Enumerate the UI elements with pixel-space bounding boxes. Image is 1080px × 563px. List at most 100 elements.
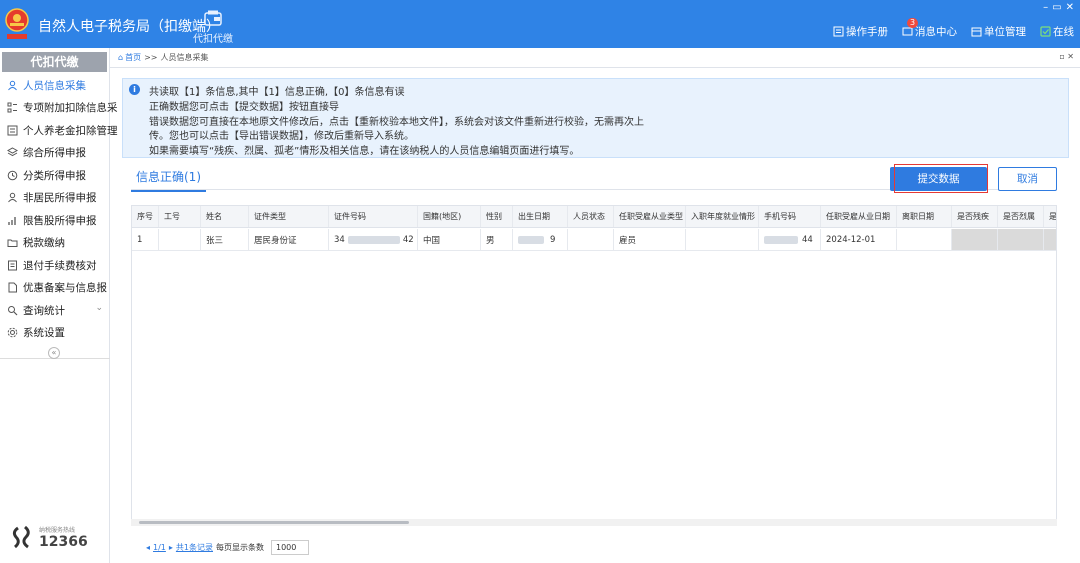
clock-icon [7,170,18,181]
service-hotline: 纳税服务热线 12366 [10,524,88,550]
column-header[interactable]: 是否烈属 [998,206,1044,227]
manual-button[interactable]: 操作手册 [833,24,888,39]
info-line: 正确数据您可点击【提交数据】按钮直接导 [149,102,339,113]
person-icon [8,80,17,91]
sidebar-item-label: 系统设置 [23,327,65,340]
column-header[interactable]: 离职日期 [897,206,952,227]
sidebar-item-label: 人员信息采集 [23,79,86,92]
breadcrumb-separator: >> [144,53,158,62]
hotline-number: 12366 [39,533,88,550]
redaction-mask [518,235,544,244]
unit-manage-label: 单位管理 [984,26,1026,38]
list-icon [7,102,17,113]
record-count: 共1条记录 [175,543,213,552]
hotline-logo-icon [12,525,30,549]
cell-hire-date: 2024-12-01 [821,229,897,250]
id-suffix: 42 [402,234,414,245]
home-icon[interactable]: ⌂ [118,53,123,62]
column-header[interactable]: 入职年度就业情形 [686,206,759,227]
bar-chart-icon [8,216,16,225]
online-label: 在线 [1053,26,1074,38]
cancel-button[interactable]: 取消 [998,167,1057,191]
sidebar-item-tax-payment[interactable]: 税款缴纳 [0,232,109,255]
sidebar-item-special-deduction[interactable]: 专项附加扣除信息采 [0,97,118,120]
close-tab-icon[interactable]: ▫ ✕ [1059,52,1074,61]
sidebar-item-personnel-info[interactable]: 人员信息采集 [0,74,109,97]
cell-leave-date [897,229,952,250]
cell-id-number: 34 42 [329,229,418,250]
id-prefix: 34 [334,234,345,245]
sidebar-item-comprehensive-income[interactable]: 综合所得申报 [0,142,109,165]
column-header[interactable]: 是否 [1044,206,1056,227]
user-outline-icon [8,193,17,203]
sidebar-item-query-stats[interactable]: 查询统计 ⌄ [0,299,109,322]
sidebar-item-restricted-stock[interactable]: 限售股所得申报 [0,209,109,232]
manual-label: 操作手册 [846,26,888,38]
column-header[interactable]: 是否残疾 [952,206,998,227]
window-controls: – ▭ ✕ [1043,2,1074,13]
table-row[interactable]: 1 张三 居民身份证 34 42 中国 男 9 雇员 44 2024-12-01 [132,229,1056,251]
nav-withholding[interactable]: 代扣代缴 [193,10,233,45]
column-header[interactable]: 性别 [481,206,513,227]
unit-manage-button[interactable]: 单位管理 [971,24,1026,39]
redaction-mask [347,235,400,244]
cell-entry-situation [686,229,759,250]
document-check-icon [8,260,17,271]
sidebar-item-refund-fee-check[interactable]: 退付手续费核对 [0,254,109,277]
sidebar: 代扣代缴 人员信息采集 专项附加扣除信息采 个人养老金扣除管理 综合所得申报 分… [0,48,118,563]
online-status: 在线 [1040,24,1074,39]
sidebar-item-classified-income[interactable]: 分类所得申报 [0,164,109,187]
cell-birth-date: 9 [513,229,568,250]
message-count-badge: 3 [907,18,919,28]
minimize-icon[interactable]: – [1043,2,1048,13]
cell-employee-no [159,229,201,250]
per-page-input[interactable]: 1000 [271,540,309,555]
file-icon [8,282,17,293]
cell-id-type: 居民身份证 [249,229,329,250]
collapse-sidebar-icon[interactable]: « [48,347,60,359]
info-icon: i [129,84,140,95]
info-line: 如果需要填写“残疾、烈属、孤老”情形及相关信息，请在该纳税人的人员信息编辑页面进… [149,146,580,157]
sidebar-item-system-settings[interactable]: 系统设置 [0,322,109,345]
info-line: 共读取【1】条信息,其中【1】信息正确,【0】条信息有误 [149,87,405,98]
column-header[interactable]: 证件号码 [329,206,418,227]
horizontal-scrollbar[interactable] [131,519,1057,526]
nav-withholding-label: 代扣代缴 [193,34,233,45]
sidebar-item-preferential-filing[interactable]: 优惠备案与信息报 ⌄ [0,277,109,300]
tax-emblem-logo [5,8,29,39]
redaction-mask [764,235,798,244]
column-header[interactable]: 证件类型 [249,206,329,227]
column-header[interactable]: 人员状态 [568,206,614,227]
sidebar-item-label: 限售股所得申报 [23,214,97,227]
column-header[interactable]: 姓名 [201,206,249,227]
column-header[interactable]: 序号 [132,206,159,227]
maximize-icon[interactable]: ▭ [1052,2,1061,13]
app-header: 自然人电子税务局（扣缴端） 代扣代缴 – ▭ ✕ 操作手册 3 消息中心 单位管… [0,0,1080,48]
search-data-icon [8,305,18,316]
sidebar-item-nonresident-income[interactable]: 非居民所得申报 [0,187,109,210]
cell-seq: 1 [132,229,159,250]
sidebar-item-label: 非居民所得申报 [23,192,97,205]
sidebar-item-label: 个人养老金扣除管理 [23,124,118,137]
next-page-icon[interactable]: ▸ [169,543,173,552]
sidebar-item-pension-deduction[interactable]: 个人养老金扣除管理 [0,119,118,142]
page-indicator[interactable]: 1/1 [153,543,166,552]
breadcrumb: ⌂ 首页 >> 人员信息采集 ▫ ✕ [110,48,1080,68]
hotline-caption: 纳税服务热线 [39,526,76,534]
close-icon[interactable]: ✕ [1066,2,1074,13]
breadcrumb-home[interactable]: 首页 [125,52,141,63]
building-icon [971,27,982,37]
column-header[interactable]: 手机号码 [759,206,821,227]
column-header[interactable]: 任职受雇从业日期 [821,206,897,227]
info-line: 传。您也可以点击【导出错误数据】，修改后重新导入系统。 [149,131,414,142]
annotation-highlight-box [894,164,988,193]
cell-employment-type: 雇员 [614,229,686,250]
prev-page-icon[interactable]: ◂ [146,543,150,552]
scrollbar-thumb[interactable] [139,521,409,524]
column-header[interactable]: 国籍(地区) [418,206,481,227]
column-header[interactable]: 出生日期 [513,206,568,227]
column-header[interactable]: 任职受雇从业类型 [614,206,686,227]
messages-button[interactable]: 3 消息中心 [902,18,957,39]
sidebar-item-label: 退付手续费核对 [23,259,97,272]
column-header[interactable]: 工号 [159,206,201,227]
